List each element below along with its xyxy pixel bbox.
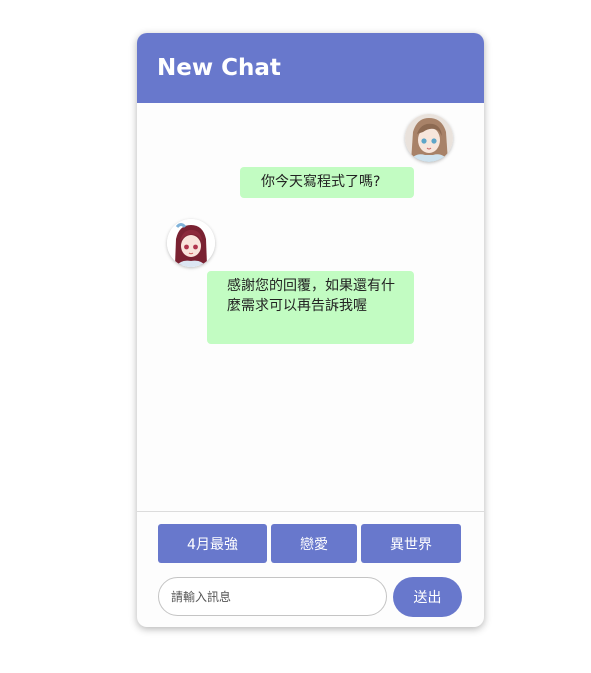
send-button[interactable]: 送出 (393, 577, 462, 617)
user-avatar (405, 114, 453, 162)
message-bubble-bot: 感謝您的回覆，如果還有什麼需求可以再告訴我喔 (207, 271, 414, 344)
bot-avatar (167, 219, 215, 267)
message-list[interactable]: 你今天寫程式了嗎? 感謝您的回覆，如果還有什麼需求可以再告訴我喔 (137, 103, 484, 512)
chat-title: New Chat (157, 55, 281, 81)
quick-reply-button[interactable]: 異世界 (361, 524, 461, 563)
quick-reply-button[interactable]: 戀愛 (271, 524, 357, 563)
chat-window: New Chat 你今天寫程式了嗎? 感謝您的回覆，如果還有什麼需求可以再告訴我… (137, 33, 484, 627)
composer: 送出 (158, 577, 463, 617)
chat-header: New Chat (137, 33, 484, 103)
quick-reply-button[interactable]: 4月最強 (158, 524, 267, 563)
message-bubble-user: 你今天寫程式了嗎? (240, 167, 414, 198)
message-input[interactable] (158, 577, 387, 616)
